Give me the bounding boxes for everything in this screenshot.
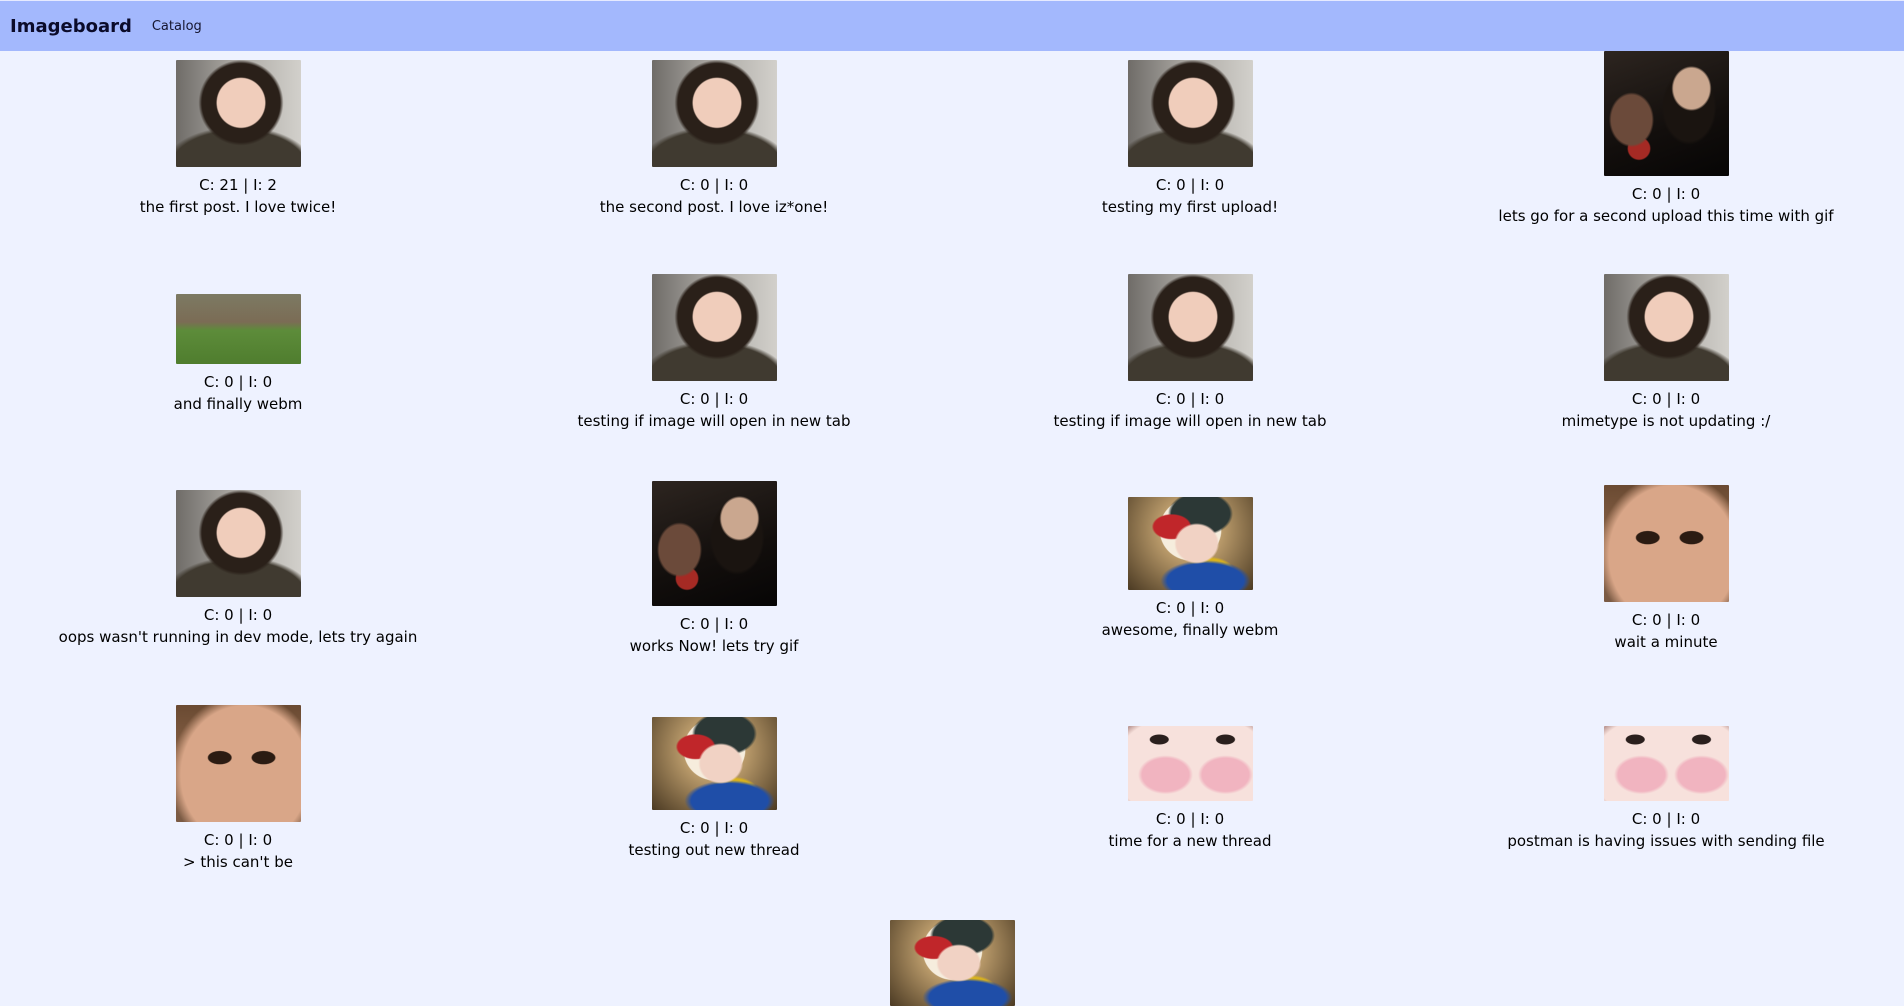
thread-card[interactable]: C: 0 | I: 0 awesome, finally webm xyxy=(952,497,1428,641)
thread-thumbnail[interactable] xyxy=(175,705,301,822)
thread-stats: C: 0 | I: 0 xyxy=(679,176,749,194)
thread-card[interactable]: C: 0 | I: 0 > this can't be xyxy=(0,705,476,873)
thread-stats: C: 0 | I: 0 xyxy=(1155,599,1225,617)
thread-thumbnail[interactable] xyxy=(1127,497,1253,590)
thread-stats: C: 0 | I: 0 xyxy=(203,373,273,391)
top-navbar: Imageboard Catalog xyxy=(0,0,1904,51)
thread-subject: the first post. I love twice! xyxy=(139,198,337,216)
thread-thumbnail[interactable] xyxy=(651,274,777,381)
thread-subject: time for a new thread xyxy=(1108,832,1272,850)
thread-card[interactable]: C: 0 | I: 0 the second post. I love iz*o… xyxy=(476,60,952,218)
thread-stats: C: 0 | I: 0 xyxy=(1631,390,1701,408)
thread-card[interactable]: C: 0 | I: 0 and finally webm xyxy=(0,294,476,415)
thread-card[interactable]: C: 0 | I: 0 testing if image will open i… xyxy=(476,274,952,432)
thread-stats: C: 0 | I: 0 xyxy=(1631,810,1701,828)
thread-card[interactable]: C: 0 | I: 0 wait a minute xyxy=(1428,485,1904,653)
thread-subject: awesome, finally webm xyxy=(1101,621,1279,639)
thread-thumbnail[interactable] xyxy=(651,717,777,810)
thread-thumbnail[interactable] xyxy=(1603,274,1729,381)
thread-subject: > this can't be xyxy=(183,853,293,871)
thread-subject: testing out new thread xyxy=(628,841,800,859)
thread-stats: C: 0 | I: 0 xyxy=(203,831,273,849)
thread-card[interactable]: C: 0 | I: 0 oops wasn't running in dev m… xyxy=(0,490,476,648)
thread-subject: oops wasn't running in dev mode, lets tr… xyxy=(58,628,418,646)
thread-subject: mimetype is not updating :/ xyxy=(1561,412,1771,430)
thread-subject: testing if image will open in new tab xyxy=(577,412,851,430)
thread-subject: postman is having issues with sending fi… xyxy=(1507,832,1825,850)
thread-subject: lets go for a second upload this time wi… xyxy=(1498,207,1834,225)
thread-card[interactable]: C: 0 | I: 0 works Now! lets try gif xyxy=(476,481,952,657)
thread-card[interactable] xyxy=(714,920,1190,1006)
thread-subject: testing my first upload! xyxy=(1101,198,1279,216)
brand-link[interactable]: Imageboard xyxy=(10,16,132,37)
thread-thumbnail[interactable] xyxy=(1603,485,1729,602)
thread-card[interactable]: C: 0 | I: 0 testing out new thread xyxy=(476,717,952,861)
thread-stats: C: 0 | I: 0 xyxy=(679,819,749,837)
thread-stats: C: 0 | I: 0 xyxy=(679,615,749,633)
thread-card[interactable]: C: 0 | I: 0 mimetype is not updating :/ xyxy=(1428,274,1904,432)
thread-thumbnail[interactable] xyxy=(175,60,301,167)
thread-card[interactable]: C: 0 | I: 0 testing if image will open i… xyxy=(952,274,1428,432)
thread-stats: C: 0 | I: 0 xyxy=(1631,185,1701,203)
thread-thumbnail[interactable] xyxy=(175,490,301,597)
thread-card[interactable]: C: 21 | I: 2 the first post. I love twic… xyxy=(0,60,476,218)
thread-stats: C: 0 | I: 0 xyxy=(203,606,273,624)
thread-thumbnail[interactable] xyxy=(1127,726,1253,801)
thread-card[interactable]: C: 0 | I: 0 postman is having issues wit… xyxy=(1428,726,1904,852)
thread-stats: C: 0 | I: 0 xyxy=(1155,176,1225,194)
thread-subject: testing if image will open in new tab xyxy=(1053,412,1327,430)
thread-subject: the second post. I love iz*one! xyxy=(599,198,829,216)
thread-stats: C: 0 | I: 0 xyxy=(1155,810,1225,828)
thread-card[interactable]: C: 0 | I: 0 testing my first upload! xyxy=(952,60,1428,218)
nav-link-catalog[interactable]: Catalog xyxy=(152,19,202,34)
thread-card[interactable]: C: 0 | I: 0 time for a new thread xyxy=(952,726,1428,852)
thread-subject: works Now! lets try gif xyxy=(629,637,799,655)
thread-thumbnail[interactable] xyxy=(651,481,777,606)
thread-thumbnail[interactable] xyxy=(889,920,1015,1006)
thread-subject: and finally webm xyxy=(173,395,303,413)
thread-thumbnail[interactable] xyxy=(1603,51,1729,176)
thread-thumbnail[interactable] xyxy=(651,60,777,167)
thread-stats: C: 0 | I: 0 xyxy=(1155,390,1225,408)
thread-stats: C: 0 | I: 0 xyxy=(1631,611,1701,629)
thread-stats: C: 0 | I: 0 xyxy=(679,390,749,408)
thread-thumbnail[interactable] xyxy=(1127,274,1253,381)
thread-thumbnail[interactable] xyxy=(1603,726,1729,801)
thread-subject: wait a minute xyxy=(1614,633,1718,651)
thread-thumbnail[interactable] xyxy=(175,294,301,364)
thread-thumbnail[interactable] xyxy=(1127,60,1253,167)
thread-stats: C: 21 | I: 2 xyxy=(199,176,277,194)
thread-card[interactable]: C: 0 | I: 0 lets go for a second upload … xyxy=(1428,51,1904,227)
